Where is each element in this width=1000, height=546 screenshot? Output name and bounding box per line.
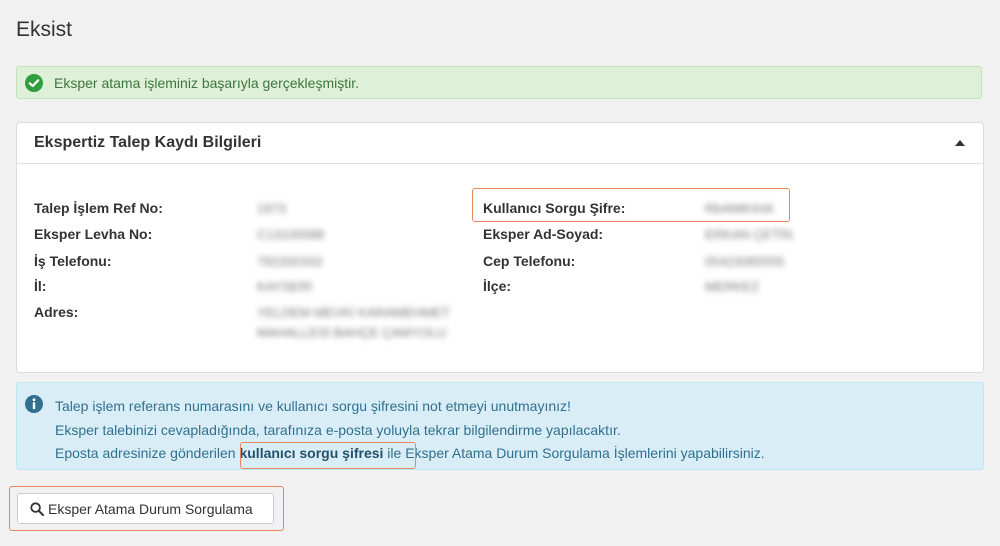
info-line-1: Talep işlem referans numarasını ve kulla…	[55, 398, 571, 414]
eksper-ad-value: ERKAN ÇETİN	[705, 227, 793, 242]
levha-no-value: C13100088	[257, 227, 325, 242]
levha-no-label: Eksper Levha No:	[34, 226, 153, 242]
adres-label: Adres:	[34, 304, 79, 320]
talep-info-panel: Ekspertiz Talep Kaydı Bilgileri Talep İş…	[16, 122, 984, 373]
success-alert: Eksper atama işleminiz başarıyla gerçekl…	[16, 66, 982, 99]
success-message: Eksper atama işleminiz başarıyla gerçekl…	[54, 75, 359, 91]
page-title: Eksist	[16, 18, 73, 41]
check-circle-icon	[25, 74, 43, 92]
sorgu-sifre-value: Rb4IMKIHA	[705, 201, 774, 216]
sorgu-sifresi-link[interactable]: kullanıcı sorgu şifresi	[239, 445, 383, 461]
is-telefonu-value: 782200333	[257, 254, 323, 269]
info-alert: Talep işlem referans numarasını ve kulla…	[16, 382, 984, 470]
il-label: İl:	[34, 278, 47, 294]
collapse-caret-icon[interactable]	[955, 140, 965, 146]
cep-telefonu-value: 05423085555	[705, 254, 785, 269]
info-line-3: Eposta adresinize gönderilen kullanıcı s…	[55, 445, 765, 461]
panel-title: Ekspertiz Talep Kaydı Bilgileri	[34, 134, 262, 151]
info-circle-icon	[25, 395, 43, 413]
panel-header: Ekspertiz Talep Kaydı Bilgileri	[17, 123, 983, 164]
sorgu-sifre-label: Kullanıcı Sorgu Şifre:	[483, 200, 626, 216]
il-value: KAYSERİ	[257, 279, 313, 294]
ilce-value: MERKEZ	[705, 279, 760, 294]
ref-no-value: 1973	[257, 201, 286, 216]
adres-value-line1: YELDEM MEVKİ KARAMEHMET	[257, 305, 450, 320]
ref-no-label: Talep İşlem Ref No:	[34, 200, 163, 216]
is-telefonu-label: İş Telefonu:	[34, 253, 112, 269]
cep-telefonu-label: Cep Telefonu:	[483, 253, 576, 269]
eksper-ad-label: Eksper Ad-Soyad:	[483, 226, 604, 242]
adres-value-line2: MAHALLESİ BAHÇE ÇAMYOLU	[257, 325, 447, 340]
durum-sorgulama-button[interactable]: Eksper Atama Durum Sorgulama	[17, 493, 274, 524]
durum-sorgulama-label: Eksper Atama Durum Sorgulama	[48, 501, 253, 517]
info-line-3-suffix: ile Eksper Atama Durum Sorgulama İşlemle…	[383, 445, 765, 461]
search-icon	[30, 502, 44, 516]
info-line-3-prefix: Eposta adresinize gönderilen	[55, 445, 240, 461]
info-line-2: Eksper talebinizi cevapladığında, tarafı…	[55, 422, 621, 438]
ilce-label: İlçe:	[483, 278, 512, 294]
